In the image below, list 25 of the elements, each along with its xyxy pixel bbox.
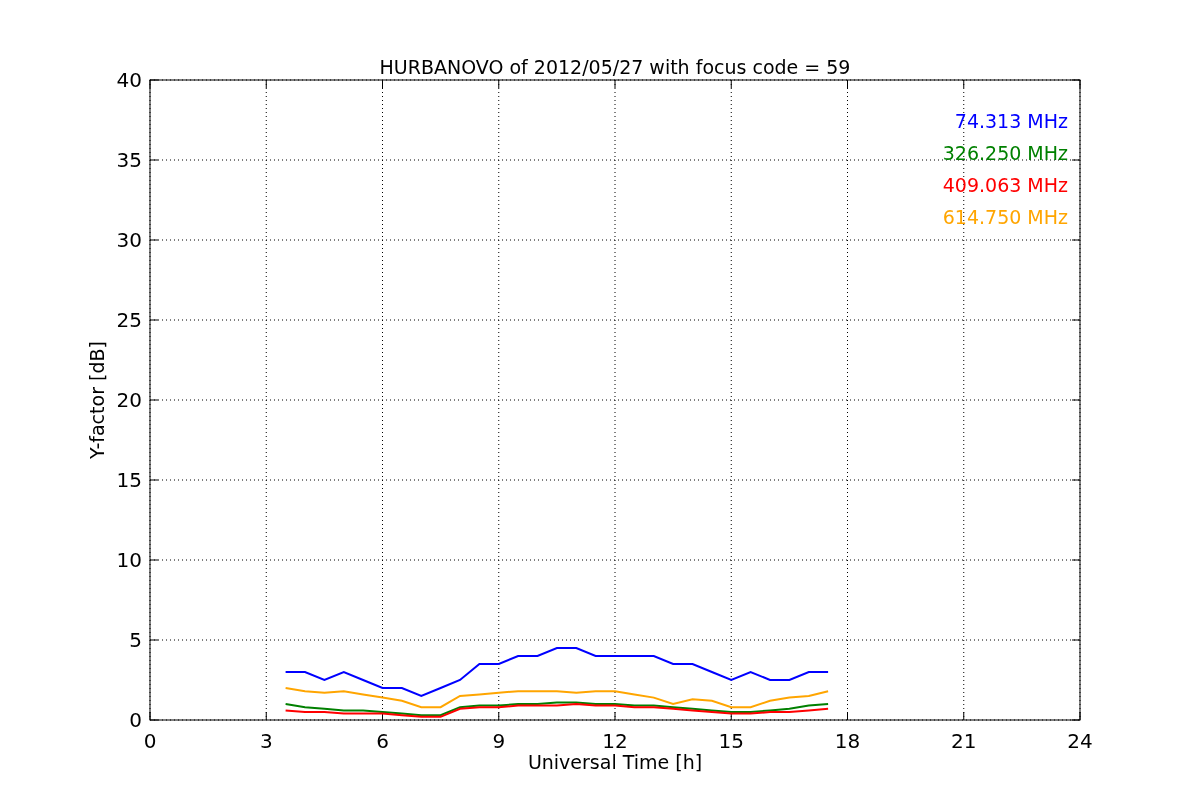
- y-tick-label: 0: [129, 708, 142, 732]
- x-axis-label: Universal Time [h]: [527, 751, 703, 773]
- legend-label: 74.313 MHz: [954, 110, 1068, 132]
- legend-label: 614.750 MHz: [942, 206, 1068, 228]
- x-tick-label: 12: [602, 729, 628, 753]
- y-tick-label: 40: [116, 68, 142, 92]
- y-tick-label: 25: [116, 308, 142, 332]
- x-tick-label: 24: [1067, 729, 1093, 753]
- y-axis-label: Y-factor [dB]: [86, 341, 108, 459]
- x-tick-label: 18: [834, 729, 861, 753]
- y-tick-label: 10: [116, 548, 142, 572]
- x-tick-label: 3: [259, 729, 273, 753]
- y-tick-label: 5: [129, 628, 142, 652]
- legend-label: 326.250 MHz: [942, 142, 1068, 164]
- x-tick-label: 15: [718, 729, 744, 753]
- x-tick-label: 21: [951, 729, 977, 753]
- legend-label: 409.063 MHz: [942, 174, 1068, 196]
- y-tick-label: 20: [116, 388, 142, 412]
- chart-title: HURBANOVO of 2012/05/27 with focus code = 59: [379, 56, 851, 78]
- x-tick-label: 0: [143, 729, 157, 753]
- x-tick-label: 9: [492, 729, 506, 753]
- x-tick-label: 6: [376, 729, 389, 753]
- y-tick-label: 35: [116, 148, 142, 172]
- y-tick-label: 30: [116, 228, 142, 252]
- y-tick-label: 15: [116, 468, 142, 492]
